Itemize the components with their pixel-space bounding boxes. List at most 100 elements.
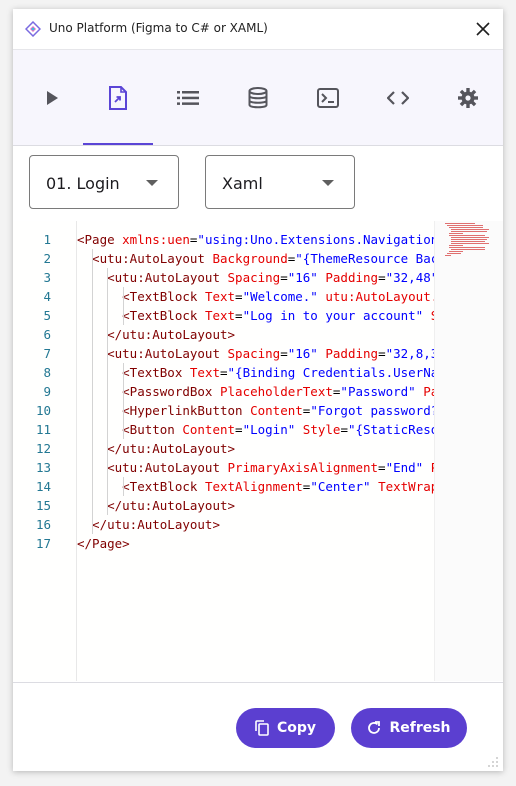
uno-logo-icon — [25, 21, 41, 37]
chevron-down-icon — [146, 180, 158, 186]
line-number: 17 — [35, 536, 51, 551]
code-line: <Button Content="Login" Style="{StaticRe… — [77, 420, 435, 439]
code-minimap[interactable] — [434, 221, 503, 681]
tab-console[interactable] — [293, 50, 363, 145]
tab-hierarchy[interactable] — [153, 50, 223, 145]
title-bar: Uno Platform (Figma to C# or XAML) — [13, 9, 503, 49]
code-token: </Page> — [77, 536, 130, 551]
code-token: xmlns:uen — [122, 232, 190, 247]
tab-settings[interactable] — [433, 50, 503, 145]
code-token: Spacing — [227, 346, 281, 361]
code-token: Content — [182, 422, 236, 437]
code-token: <Page — [77, 232, 123, 247]
code-editor[interactable]: 1 2 3 4 5 6 7 8 9 10 11 12 13 14 15 16 17 <Page xmlns:ue… — [13, 221, 503, 681]
line-number: 4 — [43, 289, 51, 304]
tab-data[interactable] — [223, 50, 293, 145]
code-line: </utu:AutoLayout> — [77, 439, 235, 458]
code-token: Style — [302, 422, 341, 437]
code-token: = — [235, 422, 243, 437]
code-token: = — [220, 365, 228, 380]
page-select[interactable]: 01. Login — [29, 155, 179, 209]
code-text-area[interactable]: <Page xmlns:uen = "using:Uno.Extensions.Na… — [76, 221, 435, 681]
code-line: <TextBlock Text="Welcome." utu:AutoLayou… — [77, 287, 435, 306]
terminal-icon — [317, 87, 339, 108]
line-number: 8 — [43, 365, 51, 380]
line-number: 2 — [43, 251, 51, 266]
code-token: "Log in to your account" — [242, 308, 424, 323]
code-token: </utu:AutoLayout> — [77, 327, 236, 342]
code-line: </utu:AutoLayout> — [77, 515, 220, 534]
code-line: <utu:AutoLayout Background="{ThemeResour… — [77, 249, 435, 268]
code-token: <utu:AutoLayout — [77, 251, 213, 266]
code-token: "32,8,32,8" — [385, 346, 435, 361]
close-icon[interactable] — [471, 17, 495, 41]
line-number: 14 — [35, 479, 51, 494]
code-line: </Page> — [77, 534, 130, 553]
copy-button[interactable]: Copy — [236, 708, 335, 748]
code-token: <utu:AutoLayout — [77, 460, 228, 475]
line-number: 9 — [43, 384, 51, 399]
tab-export[interactable] — [83, 50, 153, 145]
code-token: </utu:AutoLayout> — [77, 441, 236, 456]
minimap-preview — [445, 223, 489, 256]
tab-code[interactable] — [363, 50, 433, 145]
code-token: </utu:AutoLayout> — [77, 517, 220, 532]
code-token: TextWrapping — [378, 479, 435, 494]
code-token: "16" — [287, 346, 318, 361]
code-token: <PasswordBox — [77, 384, 220, 399]
code-token: <HyperlinkButton — [77, 403, 251, 418]
code-line: <TextBlock TextAlignment="Center" TextWr… — [77, 477, 435, 496]
code-token: <TextBlock — [77, 308, 205, 323]
line-number: 5 — [43, 308, 51, 323]
code-token: "{StaticResource}" — [347, 422, 435, 437]
database-icon — [248, 86, 268, 108]
code-token: <TextBlock — [77, 289, 205, 304]
code-token: = — [235, 289, 243, 304]
code-token: Padding — [325, 270, 379, 285]
code-token: Text — [204, 289, 236, 304]
code-token: "Login" — [242, 422, 296, 437]
refresh-button[interactable]: Refresh — [351, 708, 467, 748]
tab-preview[interactable] — [17, 50, 87, 145]
resize-grip-icon[interactable] — [487, 756, 499, 768]
page-select-value: 01. Login — [46, 174, 120, 193]
code-token: "{ThemeResource BackgroundBrush}" — [295, 251, 435, 266]
code-line: <utu:AutoLayout PrimaryAxisAlignment="En… — [77, 458, 435, 477]
language-select[interactable]: Xaml — [205, 155, 355, 209]
code-token: = — [280, 346, 288, 361]
document-export-icon — [109, 85, 127, 110]
chevron-down-icon — [322, 180, 334, 186]
indent-guide — [92, 249, 93, 534]
refresh-icon — [368, 721, 381, 734]
code-token: = — [235, 308, 243, 323]
code-token: Text — [189, 365, 220, 380]
line-number: 13 — [35, 460, 51, 475]
code-token: <TextBlock — [77, 479, 205, 494]
code-line: <utu:AutoLayout Spacing="16" Padding="32… — [77, 344, 435, 363]
code-token: = — [340, 422, 348, 437]
code-token: <TextBox — [77, 365, 190, 380]
code-token: <utu:AutoLayout — [77, 270, 228, 285]
code-token: Background — [212, 251, 288, 266]
line-number: 3 — [43, 270, 51, 285]
code-token: "Forgot password?" — [310, 403, 435, 418]
indent-guide — [123, 287, 124, 325]
code-token: Spacing — [227, 270, 281, 285]
code-token: "32,48" — [385, 270, 435, 285]
code-line: <HyperlinkButton Content="Forgot passwor… — [77, 401, 435, 420]
action-footer: Copy Refresh — [13, 682, 503, 771]
gear-icon — [458, 87, 478, 108]
list-icon — [177, 90, 199, 105]
code-line: <Page xmlns:uen="using:Uno.Extensions.Na… — [77, 230, 435, 249]
line-number: 16 — [35, 517, 51, 532]
line-number: 15 — [35, 498, 51, 513]
selected-tab-indicator — [83, 143, 153, 145]
toolbar-tabs — [13, 49, 503, 146]
indent-guide — [107, 268, 108, 515]
code-token: "Welcome." — [242, 289, 318, 304]
line-number: 11 — [35, 422, 51, 437]
play-icon — [47, 90, 58, 105]
